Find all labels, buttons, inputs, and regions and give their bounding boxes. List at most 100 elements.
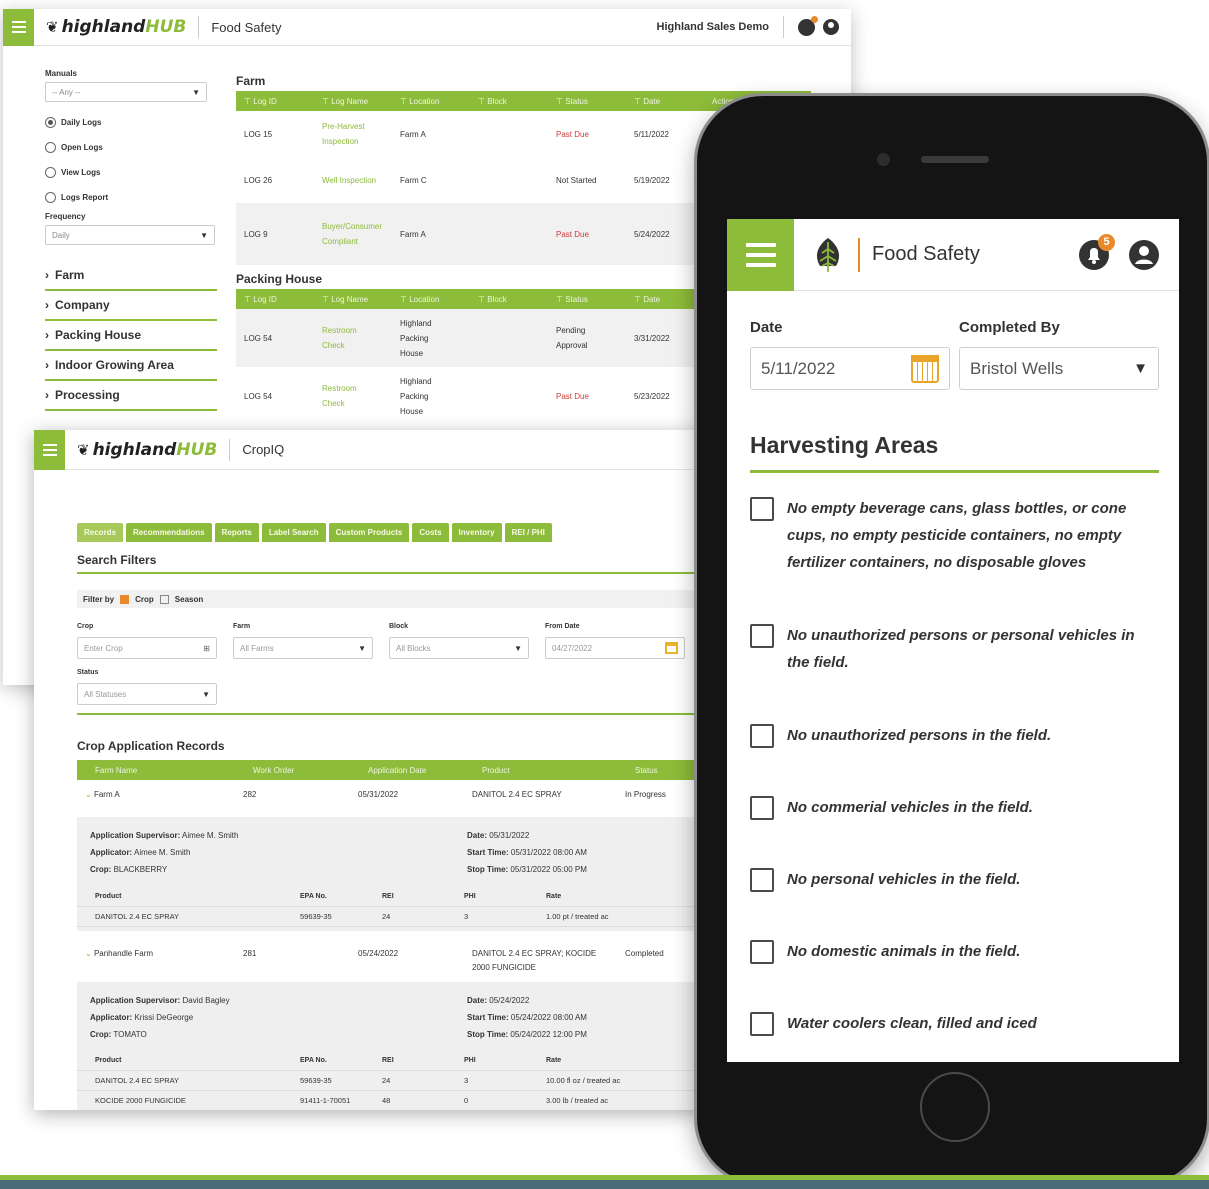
section-divider	[750, 470, 1159, 473]
header-divider	[229, 438, 231, 461]
table-row[interactable]: ⌄ Panhandle Farm 281 05/24/2022 DANITOL …	[77, 947, 700, 975]
log-location: Farm A	[400, 229, 426, 239]
column-header[interactable]: ⊤ Status	[548, 97, 626, 106]
column-header[interactable]: ⊤ Location	[392, 97, 470, 106]
category-processing[interactable]: › Processing	[45, 381, 217, 411]
org-name[interactable]: Highland Sales Demo	[657, 21, 769, 33]
product: DANITOL 2.4 EC SPRAY	[472, 790, 562, 799]
tab-reports[interactable]: Reports	[214, 523, 259, 542]
menu-icon[interactable]	[34, 430, 65, 470]
calendar-icon[interactable]	[665, 642, 678, 654]
column-header[interactable]: ⊤ Date	[626, 97, 704, 106]
log-name-link[interactable]: Restroom Check	[314, 381, 374, 411]
radio-open-logs[interactable]: Open Logs	[45, 135, 217, 160]
column-header[interactable]: ⊤ Location	[392, 295, 470, 304]
chevron-down-icon[interactable]: ⌄	[85, 949, 92, 958]
category-indoor-growing-area[interactable]: › Indoor Growing Area	[45, 351, 217, 381]
radio-label: Open Logs	[61, 143, 103, 152]
column-header[interactable]: ⊤ Block	[470, 295, 548, 304]
logo-primary: highland	[92, 439, 177, 460]
menu-icon[interactable]	[727, 219, 794, 291]
log-name-link[interactable]: Restroom Check	[314, 323, 374, 353]
category-company[interactable]: › Company	[45, 291, 217, 321]
tab-costs[interactable]: Costs	[412, 523, 449, 542]
checklist-text: No commerial vehicles in the field.	[787, 799, 1033, 816]
crop-input[interactable]: Enter Crop ⊞	[77, 637, 217, 659]
chevron-right-icon: ›	[45, 388, 49, 402]
radio-label: Logs Report	[61, 193, 109, 202]
column-header[interactable]: Product	[464, 766, 617, 775]
applicator-name: Aimee M. Smith	[134, 848, 191, 857]
radio-daily-logs[interactable]: Daily Logs	[45, 110, 217, 135]
checklist-item: No personal vehicles in the field.	[750, 866, 1159, 893]
completed-by-select[interactable]: Bristol Wells ▼	[959, 347, 1159, 390]
front-camera	[877, 153, 890, 166]
app-title: CropIQ	[242, 442, 285, 457]
highland-hub-logo: ❦ highland HUB	[77, 440, 217, 460]
log-name-link[interactable]: Pre-Harvest Inspection	[314, 119, 392, 149]
tab-inventory[interactable]: Inventory	[451, 523, 502, 542]
filter-sidebar: Manuals -- Any -- ▼ Daily Logs Open Logs…	[45, 69, 217, 411]
home-button[interactable]	[920, 1072, 990, 1142]
log-name-link[interactable]: Well Inspection	[314, 173, 392, 188]
frequency-select[interactable]: Daily ▼	[45, 225, 215, 245]
from-date-input[interactable]: 04/27/2022	[545, 637, 685, 659]
user-account-icon[interactable]	[823, 19, 839, 35]
column-header[interactable]: ⊤ Log Name	[314, 295, 392, 304]
tab-recommendations[interactable]: Recommendations	[126, 523, 212, 542]
category-farm[interactable]: › Farm	[45, 261, 217, 291]
checklist-item: No empty beverage cans, glass bottles, o…	[750, 495, 1159, 576]
status-badge: Pending Approval	[556, 326, 588, 350]
chevron-down-icon[interactable]: ⌄	[85, 790, 92, 799]
checklist-checkbox[interactable]	[750, 1012, 774, 1036]
column-header[interactable]: ⊤ Block	[470, 97, 548, 106]
column-header[interactable]: Application Date	[350, 766, 464, 775]
logo-secondary: HUB	[176, 439, 218, 460]
logo-primary: highland	[61, 17, 146, 37]
farm-field-label: Farm	[233, 623, 251, 630]
column-header[interactable]: ⊤ Date	[626, 295, 704, 304]
checklist-checkbox[interactable]	[750, 497, 774, 521]
farm-select[interactable]: All Farms ▼	[233, 637, 373, 659]
block-field-label: Block	[389, 623, 409, 630]
tab-label-search[interactable]: Label Search	[261, 523, 326, 542]
tab-rei-phi[interactable]: REI / PHI	[504, 523, 552, 542]
list-icon[interactable]: ⊞	[203, 644, 210, 653]
tab-custom-products[interactable]: Custom Products	[328, 523, 410, 542]
table-row[interactable]: ⌄ Farm A 282 05/31/2022 DANITOL 2.4 EC S…	[77, 790, 700, 799]
stop-time: 05/31/2022 05:00 PM	[510, 865, 587, 874]
checklist-checkbox[interactable]	[750, 868, 774, 892]
completed-by-value: Bristol Wells	[970, 358, 1064, 378]
leaf-logo-icon	[810, 235, 846, 275]
checklist-checkbox[interactable]	[750, 624, 774, 648]
radio-view-logs[interactable]: View Logs	[45, 160, 217, 185]
season-checkbox[interactable]	[159, 594, 169, 604]
column-header[interactable]: ⊤ Log ID	[236, 97, 314, 106]
column-header[interactable]: Work Order	[235, 766, 350, 775]
notification-bell-icon[interactable]: 5	[1079, 233, 1115, 270]
column-header[interactable]: Farm Name	[77, 766, 235, 775]
checklist-checkbox[interactable]	[750, 796, 774, 820]
checklist-checkbox[interactable]	[750, 724, 774, 748]
dropdown-arrow-icon: ▼	[514, 643, 522, 653]
notification-bell-icon[interactable]	[798, 15, 818, 36]
column-header[interactable]: ⊤ Status	[548, 295, 626, 304]
log-name-link[interactable]: Buyer/Consumer Compliant	[314, 219, 382, 249]
season-checkbox-label: Season	[174, 594, 204, 604]
user-account-icon[interactable]	[1129, 239, 1159, 270]
status-select[interactable]: All Statuses ▼	[77, 683, 217, 705]
crop-checkbox[interactable]	[120, 594, 130, 604]
column-header[interactable]: ⊤ Log Name	[314, 97, 392, 106]
tab-records[interactable]: Records	[77, 523, 124, 542]
column-header[interactable]: ⊤ Log ID	[236, 295, 314, 304]
menu-icon[interactable]	[3, 9, 34, 46]
manuals-select[interactable]: -- Any -- ▼	[45, 82, 207, 102]
category-packing-house[interactable]: › Packing House	[45, 321, 217, 351]
checklist-checkbox[interactable]	[750, 940, 774, 964]
column-header[interactable]: Status	[617, 766, 700, 775]
radio-logs-report[interactable]: Logs Report	[45, 185, 217, 210]
app-title: Food Safety	[872, 243, 980, 265]
block-select[interactable]: All Blocks ▼	[389, 637, 529, 659]
date-input[interactable]: 5/11/2022	[750, 347, 950, 390]
calendar-icon[interactable]	[911, 354, 939, 383]
